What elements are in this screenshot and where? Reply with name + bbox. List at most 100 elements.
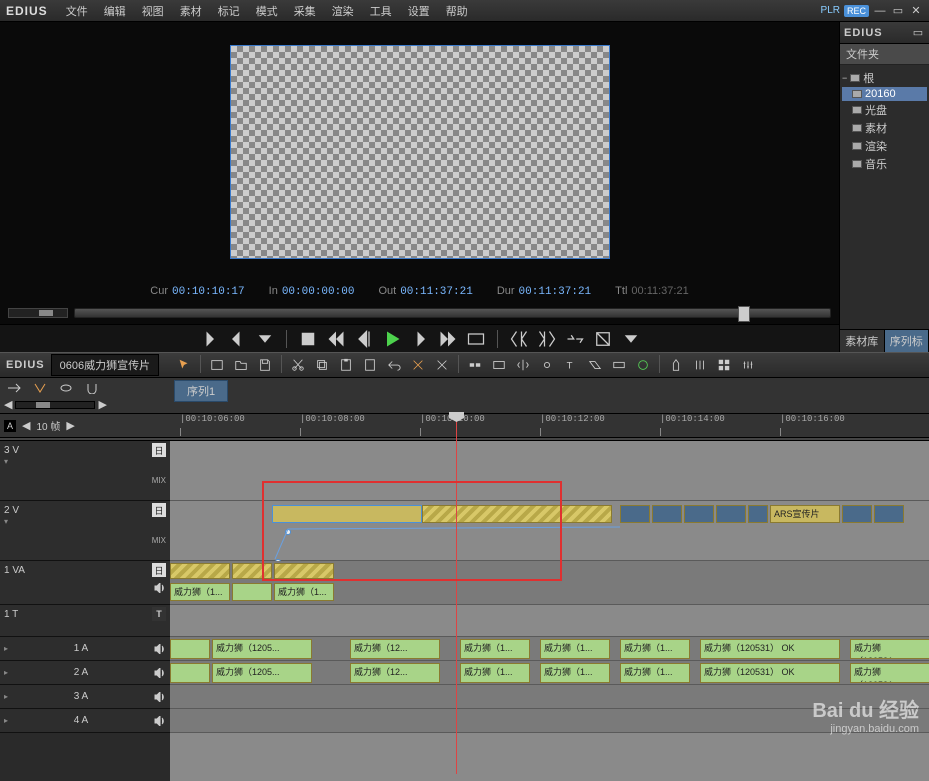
side-tab-marker[interactable]: 序列标 [885,330,929,352]
copy-icon[interactable] [311,355,333,375]
va-audio-clip[interactable]: 威力狮（1... [170,583,230,601]
next-edit-button[interactable] [537,329,557,349]
cut-icon[interactable] [287,355,309,375]
stop-button[interactable] [298,329,318,349]
video-clip-thumb[interactable] [620,505,650,523]
expand-icon[interactable]: ▾ [4,457,166,466]
track-header-4a[interactable]: ▸4 A [0,709,170,733]
default-transition-icon[interactable] [608,355,630,375]
audio-clip[interactable]: 威力狮（1... [620,639,690,659]
open-icon[interactable] [230,355,252,375]
sync-icon[interactable] [56,380,76,396]
overwrite-button[interactable] [593,329,613,349]
audio-clip[interactable] [170,639,210,659]
menu-marker[interactable]: 标记 [210,3,248,19]
video-toggle-icon[interactable]: 日 [152,443,166,457]
video-clip-thumb[interactable] [748,505,768,523]
va-clip[interactable] [274,563,334,579]
menu-settings[interactable]: 设置 [400,3,438,19]
snap-icon[interactable] [30,380,50,396]
menu-file[interactable]: 文件 [58,3,96,19]
video-clip-thumb[interactable] [842,505,872,523]
save-icon[interactable] [254,355,276,375]
tree-item[interactable]: 光盘 [842,101,927,119]
new-sequence-icon[interactable] [206,355,228,375]
rewind-button[interactable] [326,329,346,349]
side-tab-bin[interactable]: 素材库 [840,330,885,352]
audio-clip[interactable]: 威力狮（1... [460,663,530,683]
video-toggle-icon[interactable]: 日 [152,503,166,517]
video-clip-thumb[interactable] [874,505,904,523]
track-header-1a[interactable]: ▸1 A [0,637,170,661]
tc-out[interactable]: 00:11:37:21 [400,286,473,298]
preview-canvas[interactable] [230,45,610,259]
link-icon[interactable] [536,355,558,375]
track-header-1t[interactable]: 1 TT [0,605,170,637]
more-transport-icon[interactable] [621,329,641,349]
set-in-button[interactable] [199,329,219,349]
speaker-icon[interactable] [154,583,166,593]
tree-item[interactable]: 素材 [842,119,927,137]
delete-icon[interactable] [431,355,453,375]
prev-edit-button[interactable] [509,329,529,349]
expand-icon[interactable]: ▸ [4,716,8,725]
shuttle-slider[interactable] [8,308,68,318]
speaker-icon[interactable] [154,668,166,678]
transition-icon[interactable] [584,355,606,375]
loop-button[interactable] [466,329,486,349]
menu-help[interactable]: 帮助 [438,3,476,19]
tc-cur[interactable]: 00:10:10:17 [172,286,245,298]
audio-clip[interactable]: 威力狮（1... [460,639,530,659]
paste-insert-icon[interactable] [359,355,381,375]
tc-in[interactable]: 00:00:00:00 [282,286,355,298]
cursor-tool-icon[interactable] [173,355,195,375]
minimize-button[interactable]: — [873,4,887,18]
frame-step-next[interactable]: ▶ [66,419,74,432]
title-icon[interactable]: T [560,355,582,375]
fastfwd-button[interactable] [438,329,458,349]
project-name[interactable]: 0606威力狮宣传片 [51,354,159,376]
zoom-slider[interactable] [15,401,95,409]
dropdown-icon[interactable] [255,329,275,349]
video-clip-thumb[interactable] [716,505,746,523]
render-icon[interactable] [632,355,654,375]
audio-clip[interactable]: 威力狮（12... [350,663,440,683]
trim-icon[interactable] [512,355,534,375]
tree-root[interactable]: −根 [842,69,927,87]
undo-icon[interactable] [383,355,405,375]
speaker-icon[interactable] [154,716,166,726]
expand-icon[interactable]: ▾ [4,517,166,526]
scrub-bar[interactable] [74,308,831,318]
maximize-button[interactable]: ▭ [891,4,905,18]
set-out-button[interactable] [227,329,247,349]
audio-clip[interactable]: 威力狮（1... [620,663,690,683]
step-fwd-button[interactable] [410,329,430,349]
video-clip[interactable] [272,505,422,523]
audio-clip[interactable]: 威力狮（120531） OK [700,663,840,683]
audio-clip[interactable]: 威力狮（120531... [850,663,929,683]
zoom-in-icon[interactable]: ▶ [98,398,106,411]
menu-view[interactable]: 视图 [134,3,172,19]
ripple-mode-icon[interactable] [464,355,486,375]
video-clip-thumb[interactable] [684,505,714,523]
scrub-handle[interactable] [738,306,750,322]
video-clip[interactable] [422,505,612,523]
menu-mode[interactable]: 模式 [248,3,286,19]
play-button[interactable] [382,329,402,349]
video-clip-thumb[interactable] [652,505,682,523]
paste-icon[interactable] [335,355,357,375]
track-header-3v[interactable]: 3 V日 ▾ MIX [0,441,170,501]
track-header-3a[interactable]: ▸3 A [0,685,170,709]
audio-clip[interactable]: 威力狮（120531） OK [700,639,840,659]
step-back-button[interactable] [354,329,374,349]
audio-clip[interactable]: 威力狮（1205... [212,639,312,659]
title-toggle-icon[interactable]: T [152,607,166,621]
menu-clip[interactable]: 素材 [172,3,210,19]
va-audio-clip[interactable]: 威力狮（1... [274,583,334,601]
va-audio-clip[interactable] [232,583,272,601]
audio-clip[interactable]: 威力狮（1... [540,639,610,659]
track-header-2a[interactable]: ▸2 A [0,661,170,685]
tree-item[interactable]: 音乐 [842,155,927,173]
video-clip-ars[interactable]: ARS宣传片 [770,505,840,523]
folder-tree[interactable]: −根 20160 光盘 素材 渲染 音乐 [840,65,929,177]
